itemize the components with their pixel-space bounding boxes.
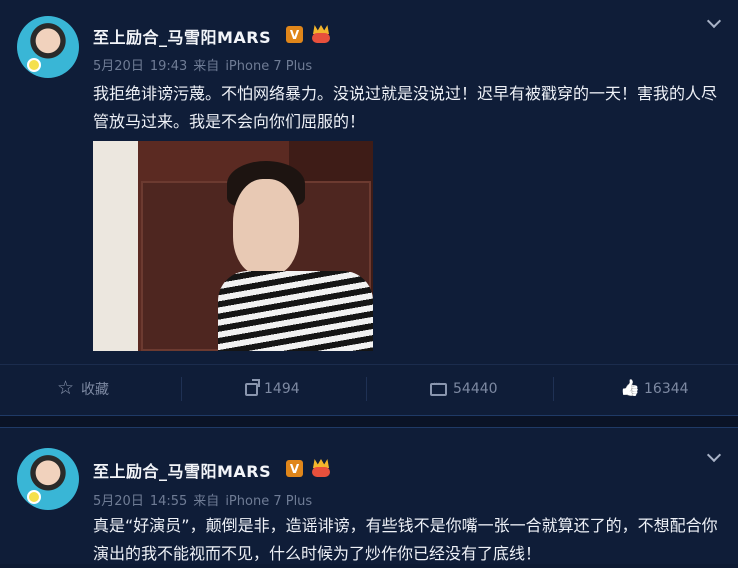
comment-count: 54440 bbox=[453, 381, 498, 397]
post-photo[interactable] bbox=[93, 141, 373, 351]
comment-icon bbox=[430, 379, 447, 396]
avatar[interactable] bbox=[17, 448, 79, 510]
post-source-prefix: 来自 bbox=[193, 59, 220, 74]
post-source-prefix: 来自 bbox=[193, 494, 220, 509]
chevron-down-icon[interactable] bbox=[708, 16, 720, 28]
avatar-badge-icon bbox=[27, 58, 41, 72]
post-text: 我拒绝诽谤污蔑。不怕网络暴力。没说过就是没说过！迟早有被戳穿的一天！害我的人尽管… bbox=[93, 84, 718, 131]
favorite-button[interactable]: 收藏 bbox=[57, 365, 109, 413]
comment-button[interactable]: 54440 bbox=[430, 365, 498, 413]
post-time[interactable]: 19:43 bbox=[150, 59, 187, 74]
share-icon bbox=[245, 378, 260, 396]
divider bbox=[553, 377, 554, 401]
like-icon bbox=[620, 380, 638, 398]
post-source[interactable]: iPhone 7 Plus bbox=[225, 494, 312, 509]
divider bbox=[181, 377, 182, 401]
avatar-badge-icon bbox=[27, 490, 41, 504]
post-action-bar: 收藏 1494 54440 16344 bbox=[0, 364, 738, 413]
star-icon bbox=[57, 377, 75, 399]
favorite-label: 收藏 bbox=[81, 382, 109, 398]
username[interactable]: 至上励合_马雪阳MARS bbox=[93, 24, 271, 48]
like-button[interactable]: 16344 bbox=[620, 365, 689, 413]
photo-striped-shirt bbox=[218, 271, 373, 351]
post-date[interactable]: 5月20日 bbox=[93, 494, 144, 509]
post-date[interactable]: 5月20日 bbox=[93, 59, 144, 74]
weibo-post: 至上励合_马雪阳MARS V 5月20日 14:55 来自 iPhone 7 Plus… bbox=[0, 428, 738, 564]
post-meta: 5月20日 19:43 来自 iPhone 7 Plus bbox=[93, 55, 318, 74]
like-count: 16344 bbox=[644, 381, 689, 397]
verified-badge-icon: V bbox=[286, 26, 303, 43]
post-separator bbox=[0, 415, 738, 428]
post-text: 真是“好演员”，颠倒是非，造谣诽谤，有些钱不是你嘴一张一合就算还了的，不想配合你… bbox=[93, 516, 718, 563]
username[interactable]: 至上励合_马雪阳MARS bbox=[93, 458, 271, 482]
repost-button[interactable]: 1494 bbox=[245, 365, 300, 413]
verified-badge-icon: V bbox=[286, 460, 303, 477]
vip-crown-icon bbox=[311, 459, 331, 477]
post-time[interactable]: 14:55 bbox=[150, 494, 187, 509]
weibo-post: 至上励合_马雪阳MARS V 5月20日 19:43 来自 iPhone 7 Plus… bbox=[0, 0, 738, 415]
avatar[interactable] bbox=[17, 16, 79, 78]
post-source[interactable]: iPhone 7 Plus bbox=[225, 59, 312, 74]
photo-face bbox=[233, 179, 299, 275]
vip-crown-icon bbox=[311, 25, 331, 43]
repost-count: 1494 bbox=[264, 381, 300, 397]
divider bbox=[366, 377, 367, 401]
post-meta: 5月20日 14:55 来自 iPhone 7 Plus bbox=[93, 490, 318, 509]
chevron-down-icon[interactable] bbox=[708, 450, 720, 462]
